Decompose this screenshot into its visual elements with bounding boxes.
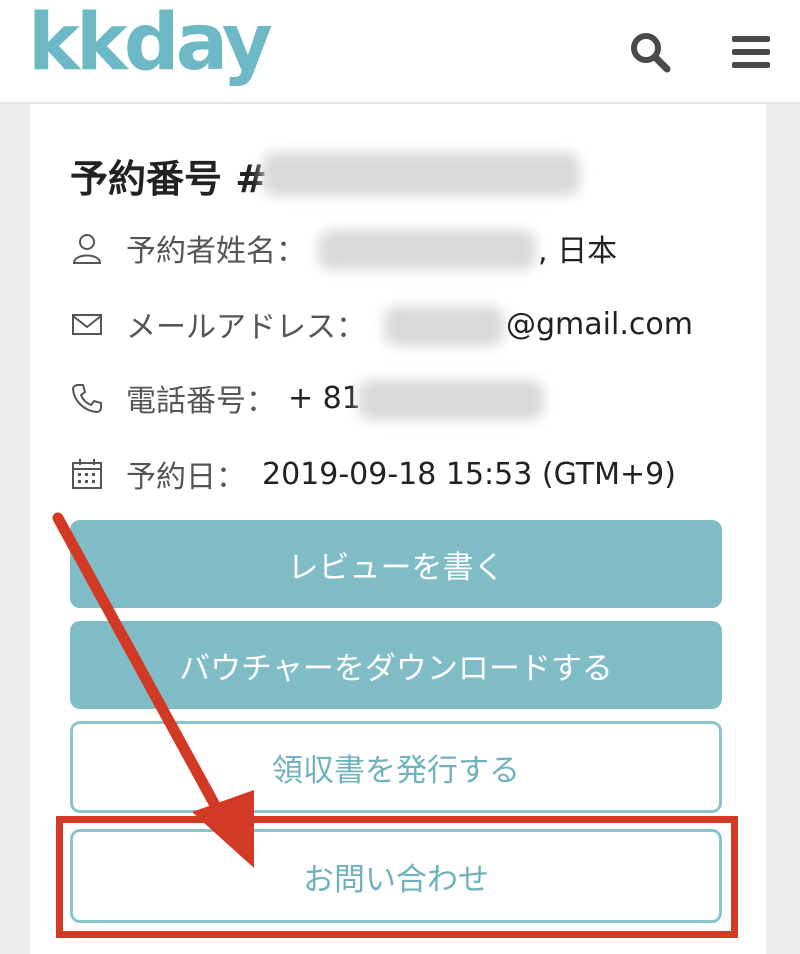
redacted-email-user: [384, 306, 504, 346]
redacted-booking-number: [262, 152, 580, 196]
highlight-box: [56, 816, 738, 938]
email-domain: @gmail.com: [506, 306, 693, 342]
phone-country-code: + 81: [288, 380, 361, 416]
download-voucher-button[interactable]: バウチャーをダウンロードする: [70, 621, 722, 709]
booker-name-row: 予約者姓名：: [70, 226, 306, 270]
issue-receipt-button[interactable]: 領収書を発行する: [70, 721, 722, 813]
booking-number-label: 予約番号 #: [70, 157, 268, 201]
booking-date-label: 予約日：: [126, 460, 246, 495]
person-icon: [72, 234, 102, 264]
write-review-button[interactable]: レビューを書く: [70, 520, 722, 608]
booker-name-label: 予約者姓名：: [126, 234, 306, 269]
kkday-logo[interactable]: kkday: [28, 4, 273, 82]
phone-row: 電話番号： + 81: [70, 376, 361, 420]
mail-icon: [72, 314, 102, 335]
email-label: メールアドレス：: [126, 310, 366, 345]
phone-label: 電話番号：: [126, 384, 276, 419]
booking-number-title: 予約番号 #: [70, 148, 267, 203]
redacted-phone-number: [358, 380, 544, 420]
booking-date-value: 2019-09-18 15:53 (GTM+9): [262, 456, 676, 492]
booking-date-row: 予約日： 2019-09-18 15:53 (GTM+9): [70, 452, 676, 496]
booker-country: , 日本: [538, 234, 618, 269]
redacted-booker-name: [318, 230, 536, 270]
page: kkday 予約番号 # 予約者姓名： , 日本 メールアドレス： @gmail…: [0, 0, 800, 954]
search-icon[interactable]: [628, 30, 672, 74]
menu-icon[interactable]: [730, 30, 774, 74]
calendar-icon: [72, 459, 102, 489]
top-header: kkday: [0, 0, 800, 104]
phone-icon: [71, 384, 102, 414]
email-row: メールアドレス：: [70, 302, 366, 346]
